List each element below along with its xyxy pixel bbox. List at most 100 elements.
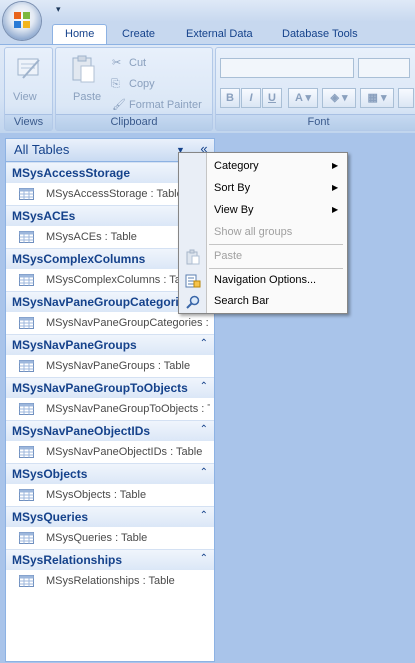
nav-group-name: MSysQueries xyxy=(12,510,89,524)
more-format-button[interactable] xyxy=(398,88,414,108)
nav-group-name: MSysACEs xyxy=(12,209,76,223)
format-painter-button[interactable]: Format Painter xyxy=(129,97,202,113)
context-menu-gutter xyxy=(179,153,207,313)
nav-group-name: MSysNavPaneGroupCategories xyxy=(12,295,188,309)
cut-button[interactable]: Cut xyxy=(129,55,146,71)
office-logo-icon xyxy=(14,12,30,28)
clipboard-group-label: Clipboard xyxy=(56,114,212,130)
menu-item-show-all-groups[interactable]: Show all groups xyxy=(214,226,292,238)
font-color-button[interactable]: A ▾ xyxy=(288,88,318,108)
collapse-group-icon[interactable]: ⌃ xyxy=(200,381,208,392)
table-icon xyxy=(19,446,34,458)
menu-separator xyxy=(209,244,343,245)
nav-group-header[interactable]: MSysNavPaneGroupToObjects ⌃ xyxy=(6,377,214,399)
nav-group-name: MSysNavPaneGroupToObjects xyxy=(12,381,188,395)
nav-table-item-label: MSysNavPaneGroupToObjects : Table xyxy=(46,403,210,415)
tab-database-tools[interactable]: Database Tools xyxy=(282,25,358,44)
menu-item-view-by-label: View By xyxy=(214,204,254,216)
menu-item-navigation-options[interactable]: Navigation Options... xyxy=(214,274,316,286)
nav-table-item-label: MSysRelationships : Table xyxy=(46,575,175,587)
menu-item-search-bar-label: Search Bar xyxy=(214,295,270,307)
nav-table-item-label: MSysNavPaneGroupCategories : Table xyxy=(46,317,210,329)
menu-item-view-by[interactable]: View By xyxy=(214,204,254,216)
sort-by-submenu-arrow-icon: ▶ xyxy=(332,183,339,192)
view-button[interactable]: View xyxy=(13,91,37,103)
table-icon xyxy=(19,575,34,587)
bold-button[interactable]: B xyxy=(220,88,240,108)
font-group-label: Font xyxy=(216,114,415,130)
gridlines-button[interactable]: ▦ ▾ xyxy=(360,88,394,108)
menu-item-sort-by-label: Sort By xyxy=(214,182,251,194)
ribbon: View Views Paste ✂ Cut ⎘ Copy 🖌 Format P… xyxy=(0,44,415,133)
navigation-options-icon xyxy=(185,274,201,288)
table-icon xyxy=(19,532,34,544)
nav-table-item[interactable]: MSysObjects : Table xyxy=(6,484,214,507)
nav-table-item[interactable]: MSysRelationships : Table xyxy=(6,570,214,593)
font-group: B I U A ▾ ◈ ▾ ▦ ▾ Font xyxy=(215,47,415,131)
nav-pane-context-menu: Category ▶ Sort By ▶ View By ▶ Show all … xyxy=(178,152,348,314)
nav-group-header[interactable]: MSysNavPaneGroups ⌃ xyxy=(6,334,214,356)
menu-item-sort-by[interactable]: Sort By xyxy=(214,182,250,194)
collapse-group-icon[interactable]: ⌃ xyxy=(200,553,208,564)
menu-separator xyxy=(209,268,343,269)
nav-table-item[interactable]: MSysQueries : Table xyxy=(6,527,214,550)
menu-item-navigation-options-label: Navigation Options... xyxy=(214,274,317,286)
collapse-group-icon[interactable]: ⌃ xyxy=(200,467,208,478)
collapse-group-icon[interactable]: ⌃ xyxy=(200,510,208,521)
collapse-group-icon[interactable]: ⌃ xyxy=(200,338,208,349)
paste-button[interactable]: Paste xyxy=(73,91,101,103)
quick-access-dropdown-icon[interactable]: ▾ xyxy=(56,4,61,15)
tab-home[interactable]: Home xyxy=(52,24,108,44)
tab-create[interactable]: Create xyxy=(122,25,155,44)
menu-item-show-all-groups-label: Show all groups xyxy=(214,226,293,238)
nav-group-name: MSysAccessStorage xyxy=(12,166,131,180)
views-group-label: Views xyxy=(5,114,52,130)
views-group: View Views xyxy=(4,47,53,131)
nav-group-header[interactable]: MSysQueries ⌃ xyxy=(6,506,214,528)
table-icon xyxy=(19,360,34,372)
table-icon xyxy=(19,188,34,200)
view-icon xyxy=(17,58,40,79)
underline-button[interactable]: U xyxy=(262,88,282,108)
paste-icon xyxy=(72,55,95,83)
nav-table-item-label: MSysNavPaneObjectIDs : Table xyxy=(46,446,203,458)
table-icon xyxy=(19,317,34,329)
nav-table-item[interactable]: MSysNavPaneGroupCategories : Table xyxy=(6,312,214,335)
italic-button[interactable]: I xyxy=(241,88,261,108)
nav-group-header[interactable]: MSysNavPaneObjectIDs ⌃ xyxy=(6,420,214,442)
nav-group-name: MSysNavPaneGroups xyxy=(12,338,137,352)
nav-table-item[interactable]: MSysNavPaneGroupToObjects : Table xyxy=(6,398,214,421)
paste-icon xyxy=(186,249,200,265)
table-icon xyxy=(19,403,34,415)
table-icon xyxy=(19,274,34,286)
title-bar: ▾ xyxy=(0,0,415,22)
collapse-group-icon[interactable]: ⌃ xyxy=(200,424,208,435)
tab-external-data[interactable]: External Data xyxy=(186,25,253,44)
copy-icon: ⎘ xyxy=(111,78,120,90)
font-size-box[interactable] xyxy=(358,58,410,78)
search-icon xyxy=(186,295,200,309)
office-button[interactable] xyxy=(3,2,41,40)
nav-table-item[interactable]: MSysNavPaneGroups : Table xyxy=(6,355,214,378)
fill-color-button[interactable]: ◈ ▾ xyxy=(322,88,356,108)
nav-group-header[interactable]: MSysRelationships ⌃ xyxy=(6,549,214,571)
format-painter-icon: 🖌 xyxy=(112,99,126,111)
menu-item-search-bar[interactable]: Search Bar xyxy=(214,295,269,307)
nav-group-name: MSysComplexColumns xyxy=(12,252,146,266)
font-color-label: A xyxy=(294,92,303,104)
view-by-submenu-arrow-icon: ▶ xyxy=(332,205,339,214)
font-name-box[interactable] xyxy=(220,58,354,78)
menu-item-category-label: Category xyxy=(214,160,259,172)
nav-table-item-label: MSysNavPaneGroups : Table xyxy=(46,360,191,372)
copy-button[interactable]: Copy xyxy=(129,76,155,92)
menu-item-category[interactable]: Category xyxy=(214,160,259,172)
nav-pane-title[interactable]: All Tables xyxy=(14,142,69,157)
nav-group-name: MSysObjects xyxy=(12,467,88,481)
nav-table-item[interactable]: MSysNavPaneObjectIDs : Table xyxy=(6,441,214,464)
nav-table-item-label: MSysObjects : Table xyxy=(46,489,147,501)
menu-item-paste[interactable]: Paste xyxy=(214,250,242,262)
menu-item-paste-label: Paste xyxy=(214,250,243,262)
table-icon xyxy=(19,231,34,243)
ribbon-tabs: Home Create External Data Database Tools xyxy=(0,22,415,44)
nav-group-header[interactable]: MSysObjects ⌃ xyxy=(6,463,214,485)
